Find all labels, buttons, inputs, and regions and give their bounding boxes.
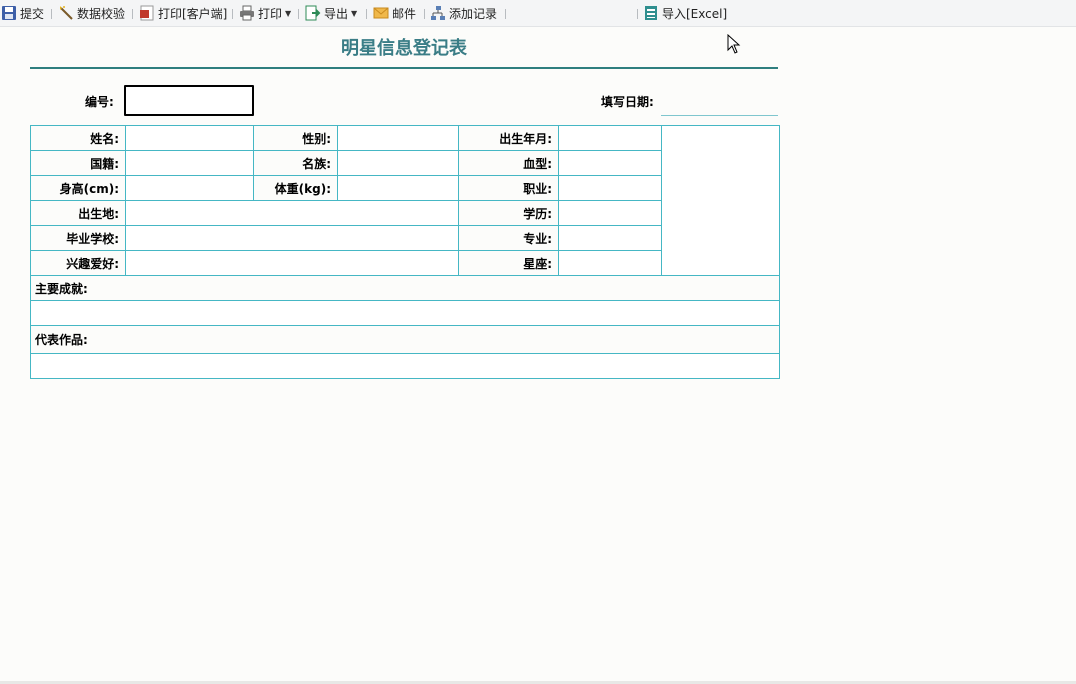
name-label: 姓名: bbox=[30, 125, 126, 151]
nationality-label: 国籍: bbox=[30, 150, 126, 176]
blood-type-input[interactable] bbox=[558, 150, 662, 176]
mail-button[interactable]: 邮件 bbox=[373, 3, 416, 23]
school-input[interactable] bbox=[125, 225, 459, 251]
title-divider bbox=[30, 67, 778, 69]
print-client-label: 打印[客户端] bbox=[158, 6, 228, 21]
export-label: 导出 bbox=[324, 6, 349, 21]
ethnicity-input[interactable] bbox=[337, 150, 459, 176]
height-input[interactable] bbox=[125, 175, 254, 201]
toolbar-separator bbox=[366, 9, 367, 19]
chevron-down-icon: ▼ bbox=[285, 8, 292, 18]
chevron-down-icon: ▼ bbox=[351, 8, 358, 18]
validate-wand-icon bbox=[58, 5, 74, 21]
print-button[interactable]: 打印 ▼ bbox=[239, 3, 291, 23]
toolbar-separator bbox=[424, 9, 425, 19]
validate-button[interactable]: 数据校验 bbox=[58, 3, 125, 23]
toolbar-separator bbox=[132, 9, 133, 19]
weight-input[interactable] bbox=[337, 175, 459, 201]
education-label: 学历: bbox=[458, 200, 559, 226]
school-label: 毕业学校: bbox=[30, 225, 126, 251]
toolbar-separator bbox=[505, 9, 506, 19]
export-button[interactable]: 导出 ▼ bbox=[305, 3, 357, 23]
export-icon bbox=[305, 5, 321, 21]
import-excel-button[interactable]: 导入[Excel] bbox=[643, 3, 727, 23]
toolbar-separator bbox=[51, 9, 52, 19]
add-record-label: 添加记录 bbox=[449, 6, 498, 21]
save-icon bbox=[1, 5, 17, 21]
major-label: 专业: bbox=[458, 225, 559, 251]
height-label: 身高(cm): bbox=[30, 175, 126, 201]
submit-button[interactable]: 提交 bbox=[1, 3, 44, 23]
id-input[interactable] bbox=[124, 85, 254, 116]
weight-label: 体重(kg): bbox=[253, 175, 338, 201]
achievements-label: 主要成就: bbox=[30, 275, 780, 301]
birthplace-input[interactable] bbox=[125, 200, 459, 226]
import-excel-label: 导入[Excel] bbox=[662, 6, 728, 21]
zodiac-input[interactable] bbox=[558, 250, 662, 276]
validate-label: 数据校验 bbox=[77, 6, 126, 21]
birthplace-label: 出生地: bbox=[30, 200, 126, 226]
birth-month-input[interactable] bbox=[558, 125, 662, 151]
name-input[interactable] bbox=[125, 125, 254, 151]
occupation-input[interactable] bbox=[558, 175, 662, 201]
toolbar-separator bbox=[298, 9, 299, 19]
hobbies-input[interactable] bbox=[125, 250, 459, 276]
education-input[interactable] bbox=[558, 200, 662, 226]
zodiac-label: 星座: bbox=[458, 250, 559, 276]
add-record-button[interactable]: 添加记录 bbox=[430, 3, 497, 23]
mail-label: 邮件 bbox=[392, 6, 417, 21]
toolbar-separator bbox=[232, 9, 233, 19]
major-input[interactable] bbox=[558, 225, 662, 251]
toolbar: 提交 数据校验 打印[客户端] 打印 ▼ 导出 ▼ 邮件 添加记录 导入[Exc… bbox=[0, 0, 1076, 27]
blood-type-label: 血型: bbox=[458, 150, 559, 176]
mouse-cursor-icon bbox=[727, 33, 741, 58]
gender-label: 性别: bbox=[253, 125, 338, 151]
nationality-input[interactable] bbox=[125, 150, 254, 176]
works-input[interactable] bbox=[30, 353, 780, 379]
toolbar-separator bbox=[637, 9, 638, 19]
achievements-input[interactable] bbox=[30, 300, 780, 326]
birth-month-label: 出生年月: bbox=[458, 125, 559, 151]
photo-cell[interactable] bbox=[661, 125, 780, 276]
occupation-label: 职业: bbox=[458, 175, 559, 201]
id-label: 编号: bbox=[85, 95, 114, 109]
print-client-button[interactable]: 打印[客户端] bbox=[139, 3, 227, 23]
date-input[interactable] bbox=[661, 115, 778, 116]
ethnicity-label: 名族: bbox=[253, 150, 338, 176]
print-label: 打印 bbox=[258, 6, 283, 21]
gender-input[interactable] bbox=[337, 125, 459, 151]
add-record-icon bbox=[430, 5, 446, 21]
printer-icon bbox=[239, 5, 255, 21]
star-info-table: 姓名: 性别: 出生年月: 国籍: 名族: 血型: 身高(cm): 体重(kg)… bbox=[30, 125, 780, 379]
form-title: 明星信息登记表 bbox=[341, 38, 467, 59]
excel-import-icon bbox=[643, 5, 659, 21]
date-label: 填写日期: bbox=[601, 95, 654, 109]
mail-icon bbox=[373, 5, 389, 21]
pdf-print-icon bbox=[139, 5, 155, 21]
works-label: 代表作品: bbox=[30, 325, 780, 354]
submit-label: 提交 bbox=[20, 6, 45, 21]
hobbies-label: 兴趣爱好: bbox=[30, 250, 126, 276]
